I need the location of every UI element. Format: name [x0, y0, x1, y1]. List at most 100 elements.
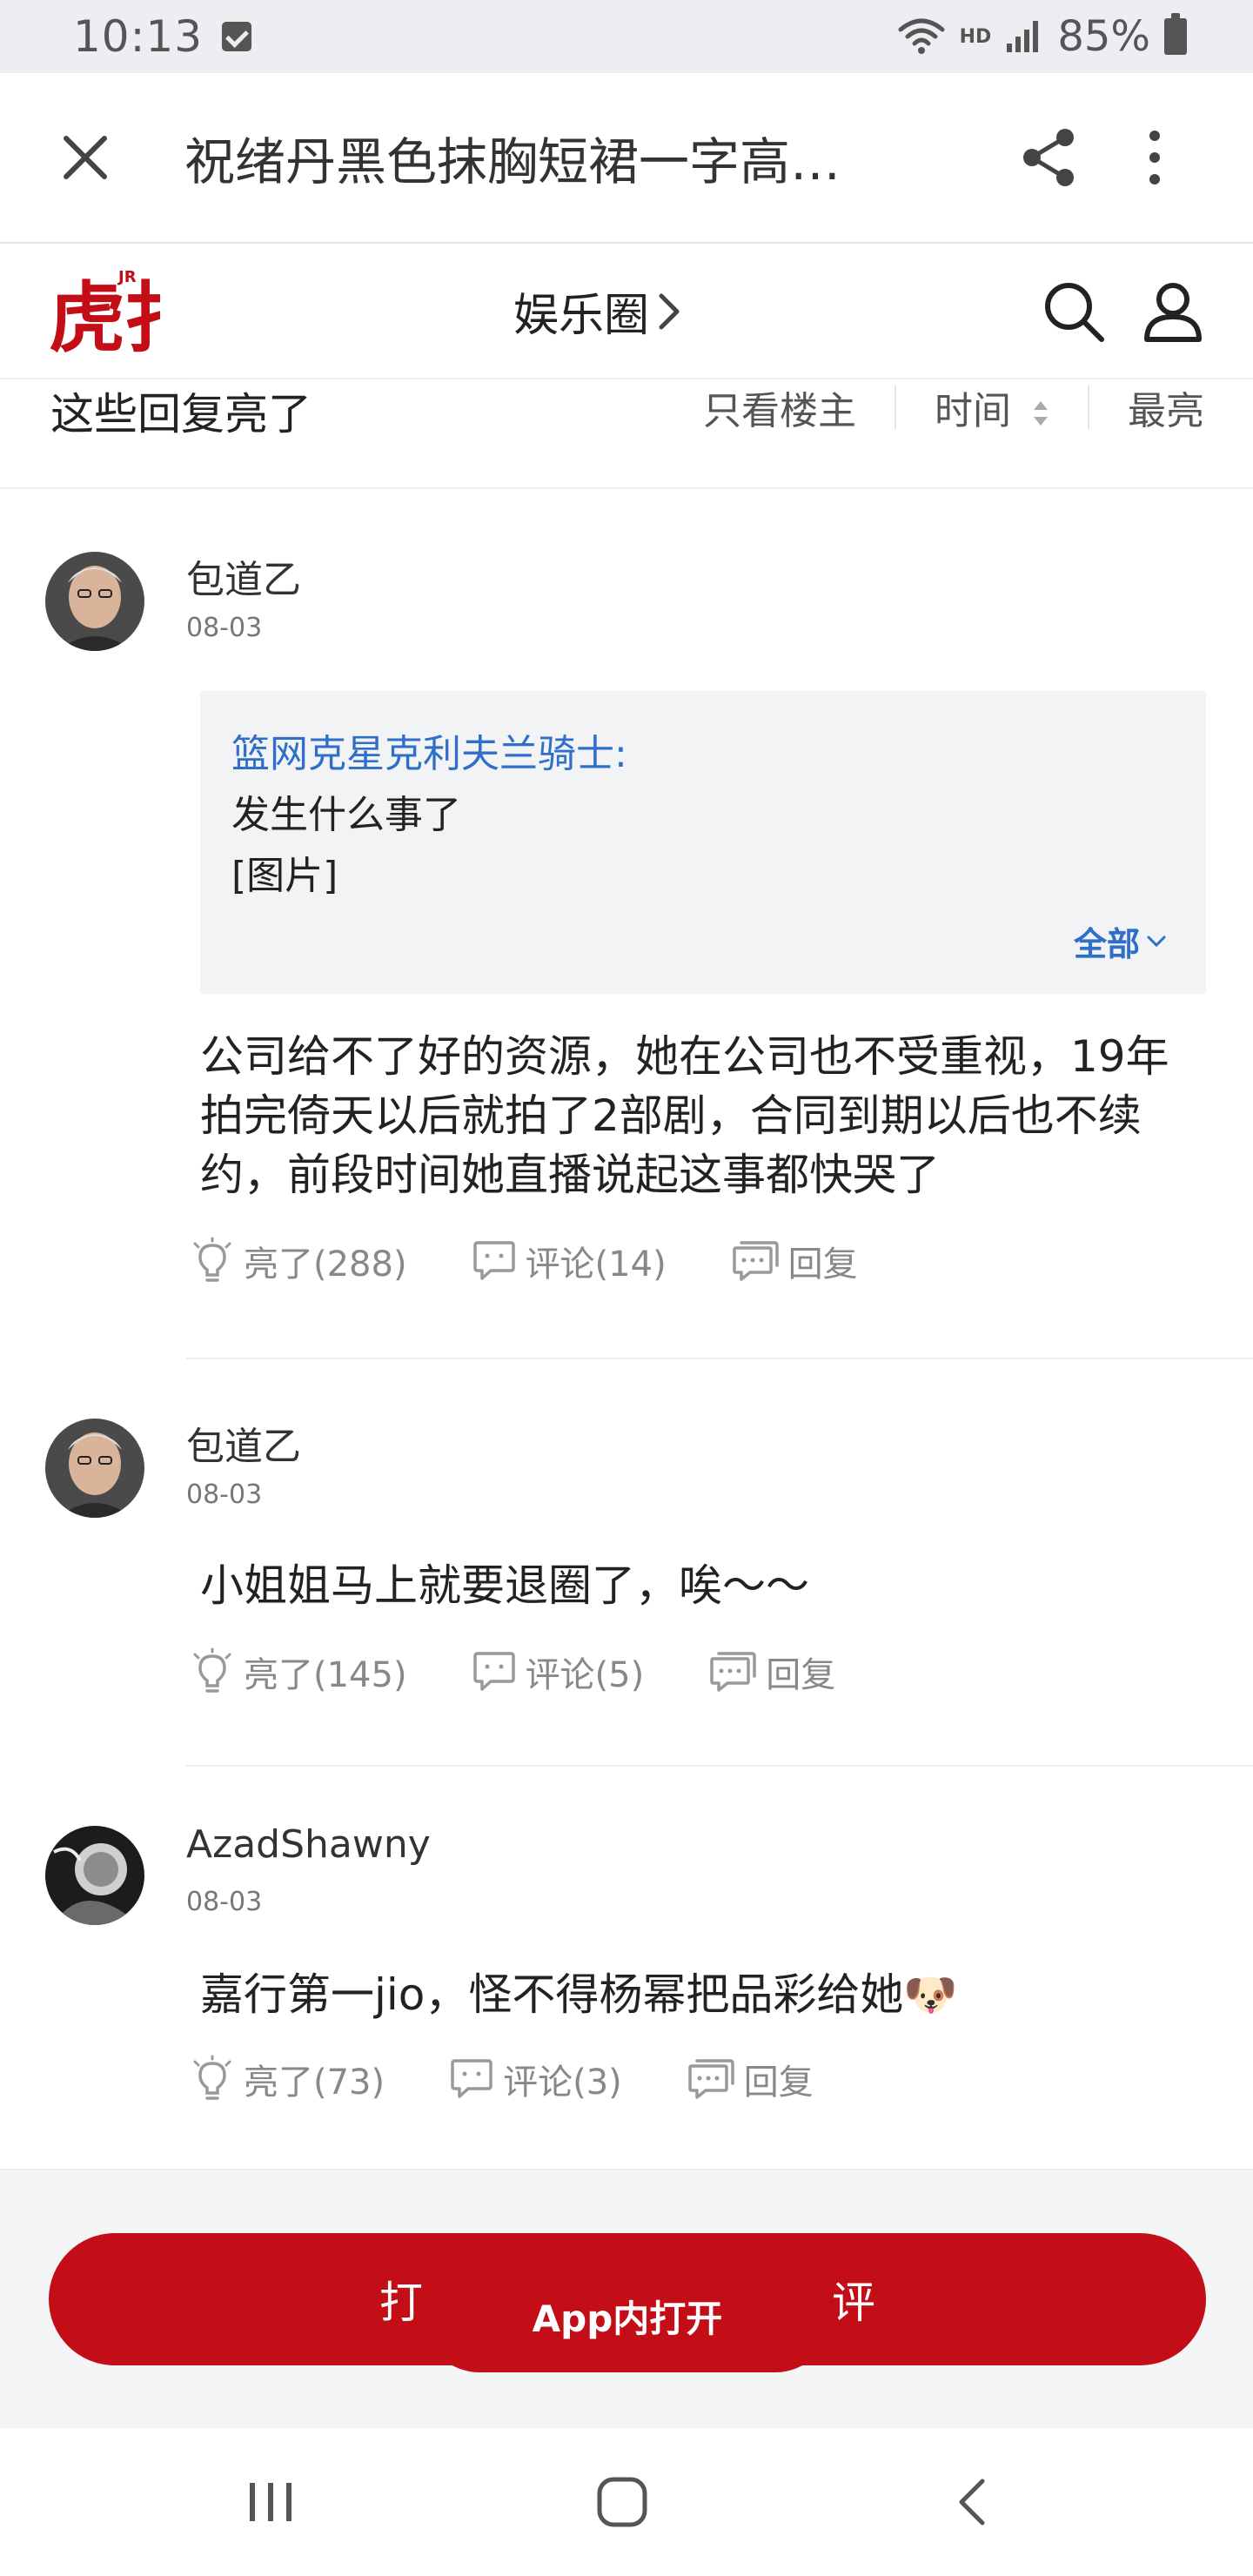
avatar[interactable] — [45, 552, 144, 651]
search-icon — [1045, 283, 1104, 342]
like-count: 亮了(145) — [244, 1655, 407, 1695]
section-title: 娱乐圈 — [513, 290, 650, 342]
reply-label: 回复 — [787, 1244, 858, 1285]
page-title: 祝绪丹黑色抹胸短裙一字高… — [184, 132, 841, 191]
bottom-action-area: 打 评 App内打开 — [0, 2169, 1253, 2428]
quoted-reply[interactable]: 篮网克星克利夫兰骑士: 发生什么事了 [图片] 全部 — [200, 691, 1206, 994]
time-sort-label: 时间 — [935, 389, 1011, 433]
reply-button[interactable]: 回复 — [708, 1647, 835, 1697]
more-options-button[interactable] — [1116, 110, 1194, 205]
battery-percent: 85% — [1057, 12, 1150, 61]
expand-quote-button[interactable]: 全部 — [1074, 917, 1166, 965]
comment-bubble-icon — [472, 1241, 515, 1280]
status-time: 10:13 — [73, 11, 204, 62]
close-button[interactable] — [33, 105, 137, 210]
signal-icon — [1007, 21, 1039, 52]
comment-text: 嘉行第一jio，怪不得杨幂把品彩给她🐶 — [200, 1965, 1209, 2024]
comment-item: 包道乙 08-03 小姐姐马上就要退圈了，唉～～ 亮了(145) 评论(5) 回… — [0, 1359, 1253, 1767]
avatar-image — [45, 1826, 144, 1925]
comment-username[interactable]: AzadShawny — [186, 1822, 431, 1867]
close-icon — [64, 136, 107, 179]
reply-button[interactable]: 回复 — [687, 2054, 814, 2104]
notification-check-icon — [222, 22, 252, 51]
status-bar: 10:13 HD 85% — [0, 0, 1253, 73]
avatar[interactable] — [45, 1419, 144, 1518]
search-button[interactable] — [1034, 272, 1114, 352]
like-button[interactable]: 亮了(288) — [190, 1236, 407, 1286]
quoted-username[interactable]: 篮网克星克利夫兰骑士: — [231, 722, 627, 778]
reply-filter-bar: 这些回复亮了 只看楼主 时间 最亮 — [0, 379, 1253, 489]
comment-button[interactable]: 评论(14) — [472, 1236, 667, 1286]
comment-actions: 亮了(73) 评论(3) 回复 — [190, 2054, 814, 2104]
hottest-sort[interactable]: 最亮 — [1128, 379, 1204, 435]
user-icon — [1144, 283, 1202, 342]
chevron-right-icon — [659, 293, 680, 329]
comment-button[interactable]: 评论(5) — [472, 1647, 645, 1697]
like-button[interactable]: 亮了(73) — [190, 2054, 385, 2104]
share-button[interactable] — [1002, 110, 1098, 205]
status-indicators: HD 85% — [897, 12, 1187, 61]
only-op-filter[interactable]: 只看楼主 — [703, 379, 856, 435]
comment-actions: 亮了(145) 评论(5) 回复 — [190, 1647, 835, 1697]
comment-button[interactable]: 评论(3) — [449, 2054, 622, 2104]
comment-text: 小姐姐马上就要退圈了，唉～～ — [200, 1560, 809, 1611]
recents-button[interactable] — [223, 2454, 318, 2550]
comment-item: 包道乙 08-03 篮网克星克利夫兰骑士: 发生什么事了 [图片] 全部 公司给… — [0, 489, 1253, 1359]
hupu-logo[interactable]: 虎扑 JR — [47, 265, 160, 360]
recents-icon — [250, 2483, 291, 2521]
comment-username[interactable]: 包道乙 — [186, 1415, 301, 1471]
open-in-app-button[interactable]: App内打开 — [423, 2259, 832, 2372]
quoted-text: 发生什么事了 — [231, 793, 461, 837]
comment-date: 08-03 — [186, 1887, 263, 1917]
open-in-app-bar[interactable]: 打 评 App内打开 — [49, 2233, 1206, 2372]
time-sort[interactable]: 时间 — [935, 379, 1049, 435]
avatar[interactable] — [45, 1826, 144, 1925]
share-icon — [1023, 129, 1074, 186]
comment-date: 08-03 — [186, 613, 263, 643]
browser-toolbar: 祝绪丹黑色抹胸短裙一字高… — [0, 73, 1253, 244]
comment-bubble-icon — [472, 1652, 515, 1691]
comment-text: 公司给不了好的资源，她在公司也不受重视，19年拍完倚天以后就拍了2部剧，合同到期… — [200, 1031, 1169, 1200]
comment-count: 评论(3) — [503, 2063, 622, 2103]
logo-badge: JR — [117, 268, 137, 286]
dog-emoji: 🐶 — [903, 1969, 958, 2020]
home-button[interactable] — [574, 2454, 670, 2550]
wifi-icon — [898, 18, 945, 54]
more-vertical-icon — [1149, 131, 1160, 184]
quoted-image-placeholder: [图片] — [231, 854, 338, 898]
reply-bubbles-icon — [732, 1241, 779, 1281]
expand-quote-label: 全部 — [1073, 925, 1140, 963]
like-count: 亮了(73) — [244, 2063, 385, 2103]
home-icon — [597, 2477, 647, 2527]
comment-username[interactable]: 包道乙 — [186, 548, 301, 604]
user-button[interactable] — [1133, 272, 1213, 352]
logo-text: 虎扑 — [49, 272, 160, 360]
back-icon — [959, 2479, 985, 2526]
chevron-down-icon — [1147, 936, 1166, 947]
comment-count: 评论(5) — [525, 1655, 645, 1695]
back-button[interactable] — [924, 2454, 1020, 2550]
comment-item: AzadShawny 08-03 嘉行第一jio，怪不得杨幂把品彩给她🐶 亮了(… — [0, 1767, 1253, 2169]
lightbulb-icon — [193, 1647, 231, 1693]
reply-label: 回复 — [766, 1655, 836, 1695]
comment-text-body: 嘉行第一jio，怪不得杨幂把品彩给她 — [200, 1969, 904, 2020]
battery-icon — [1164, 13, 1187, 55]
highlighted-replies-heading: 这些回复亮了 — [50, 389, 312, 439]
like-count: 亮了(288) — [244, 1244, 407, 1285]
reply-button[interactable]: 回复 — [731, 1236, 858, 1286]
bar-left-label: 打 — [379, 2277, 423, 2328]
reply-bubbles-icon — [688, 2059, 734, 2099]
system-navigation-bar — [0, 2428, 1253, 2576]
section-link[interactable]: 娱乐圈 — [513, 278, 680, 344]
network-type-label: HD — [959, 25, 992, 48]
like-button[interactable]: 亮了(145) — [190, 1647, 407, 1697]
filter-options: 只看楼主 时间 最亮 — [703, 379, 1204, 435]
site-header: 虎扑 JR 娱乐圈 — [0, 245, 1253, 379]
reply-label: 回复 — [743, 2063, 814, 2103]
reply-bubbles-icon — [710, 1652, 756, 1692]
comment-count: 评论(14) — [525, 1244, 667, 1285]
sort-arrows-icon — [1034, 401, 1048, 426]
comment-date: 08-03 — [186, 1479, 263, 1510]
filter-divider — [1088, 386, 1089, 429]
lightbulb-icon — [193, 2055, 231, 2100]
